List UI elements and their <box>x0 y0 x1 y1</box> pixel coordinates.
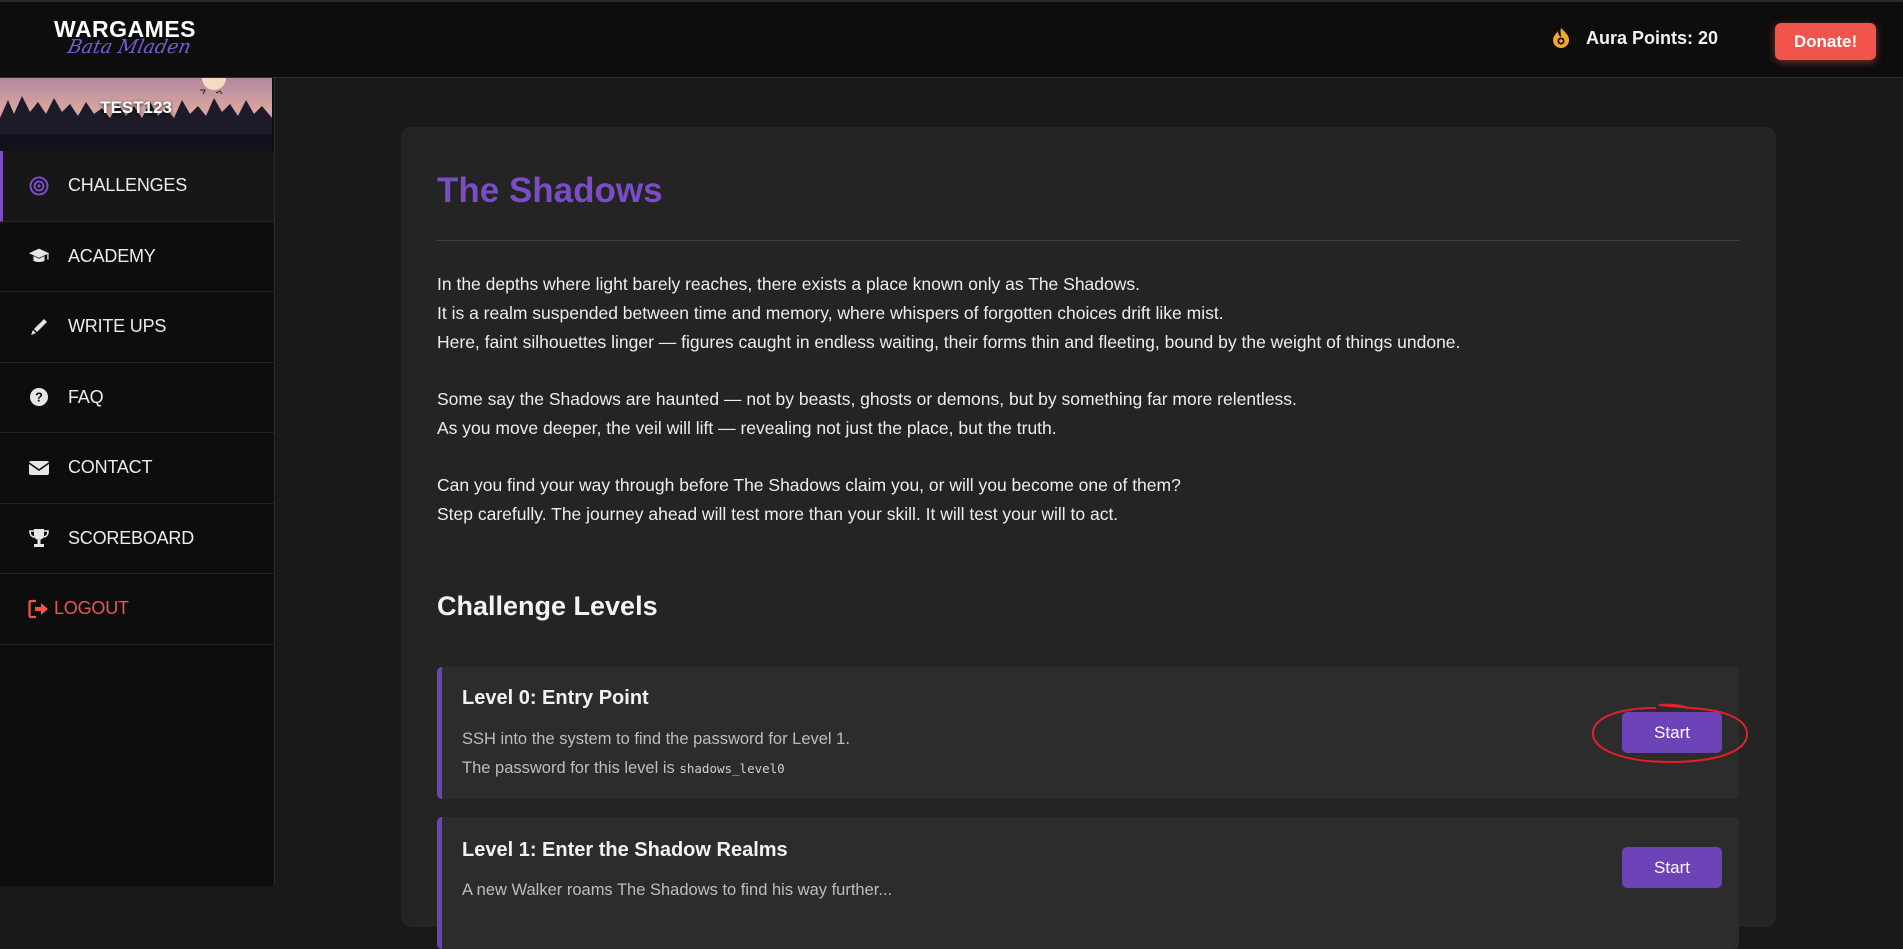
aura-points-label: Aura Points: 20 <box>1586 27 1719 48</box>
top-bar: WARGAMES Bata Mladen Aura Points: 20 Don… <box>0 0 1903 78</box>
description-line: Some say the Shadows are haunted — not b… <box>437 389 1297 409</box>
level-card-1: Level 1: Enter the Shadow Realms A new W… <box>437 817 1739 949</box>
level-password-code: shadows_level0 <box>679 761 785 776</box>
description-paragraph: Can you find your way through before The… <box>437 471 1737 529</box>
target-icon <box>28 175 50 197</box>
sidebar-item-label: FAQ <box>68 386 104 407</box>
level-description-line: SSH into the system to find the password… <box>462 730 850 748</box>
description-line: Can you find your way through before The… <box>437 475 1181 495</box>
sidebar-item-label: WRITE UPS <box>68 316 167 337</box>
start-button-level-0[interactable]: Start <box>1622 712 1722 753</box>
challenge-levels-heading: Challenge Levels <box>437 591 658 621</box>
description-line: Here, faint silhouettes linger — figures… <box>437 332 1461 352</box>
sidebar: TEST123 CHALLENGES ACADEMY WRITE UPS ? F… <box>0 78 275 886</box>
sidebar-item-label: LOGOUT <box>54 598 129 619</box>
question-circle-icon: ? <box>28 386 50 408</box>
pen-icon <box>28 316 50 338</box>
aura-flame-icon <box>1553 28 1569 48</box>
sidebar-item-scoreboard[interactable]: SCOREBOARD <box>0 504 274 574</box>
sidebar-item-logout[interactable]: LOGOUT <box>0 574 274 645</box>
level-title: Level 0: Entry Point <box>462 687 649 709</box>
sidebar-item-write-ups[interactable]: WRITE UPS <box>0 292 274 363</box>
sidebar-item-label: CONTACT <box>68 457 153 478</box>
level-description: SSH into the system to find the password… <box>462 725 850 783</box>
sidebar-item-label: CHALLENGES <box>68 175 188 196</box>
sidebar-item-challenges[interactable]: CHALLENGES <box>0 151 274 222</box>
level-description-line: A new Walker roams The Shadows to find h… <box>462 881 893 899</box>
page-title: The Shadows <box>437 171 663 210</box>
sign-out-icon <box>28 598 50 620</box>
profile-username: TEST123 <box>100 98 172 117</box>
svg-text:?: ? <box>35 390 43 405</box>
title-divider <box>437 240 1739 241</box>
sidebar-item-label: SCOREBOARD <box>68 527 195 548</box>
description-paragraph: In the depths where light barely reaches… <box>437 270 1737 357</box>
level-password-prefix: The password for this level is <box>462 759 680 777</box>
sidebar-item-label: ACADEMY <box>68 245 156 266</box>
level-description: A new Walker roams The Shadows to find h… <box>462 876 892 905</box>
level-password-line: The password for this level is shadows_l… <box>462 754 850 783</box>
sidebar-item-academy[interactable]: ACADEMY <box>0 222 274 292</box>
description-paragraph: Some say the Shadows are haunted — not b… <box>437 385 1737 443</box>
description-line: Step carefully. The journey ahead will t… <box>437 504 1119 524</box>
level-card-0: Level 0: Entry Point SSH into the system… <box>437 667 1739 799</box>
description-line: It is a realm suspended between time and… <box>437 303 1224 323</box>
sidebar-item-contact[interactable]: CONTACT <box>0 433 274 504</box>
logo-subtitle: Bata Mladen <box>65 36 194 58</box>
aura-points: Aura Points: 20 <box>1550 27 1718 49</box>
challenge-description: In the depths where light barely reaches… <box>437 270 1737 557</box>
start-button-level-1[interactable]: Start <box>1622 847 1722 888</box>
challenge-card: The Shadows In the depths where light ba… <box>401 127 1776 949</box>
level-title: Level 1: Enter the Shadow Realms <box>462 839 788 861</box>
logo[interactable]: WARGAMES Bata Mladen <box>54 16 204 62</box>
trophy-icon <box>28 527 50 549</box>
donate-button[interactable]: Donate! <box>1775 23 1876 60</box>
description-line: In the depths where light barely reaches… <box>437 274 1140 294</box>
graduation-cap-icon <box>28 245 50 267</box>
envelope-icon <box>28 457 50 479</box>
description-line: As you move deeper, the veil will lift —… <box>437 418 1057 438</box>
profile-banner[interactable]: TEST123 <box>0 78 272 151</box>
sidebar-item-faq[interactable]: ? FAQ <box>0 363 274 433</box>
